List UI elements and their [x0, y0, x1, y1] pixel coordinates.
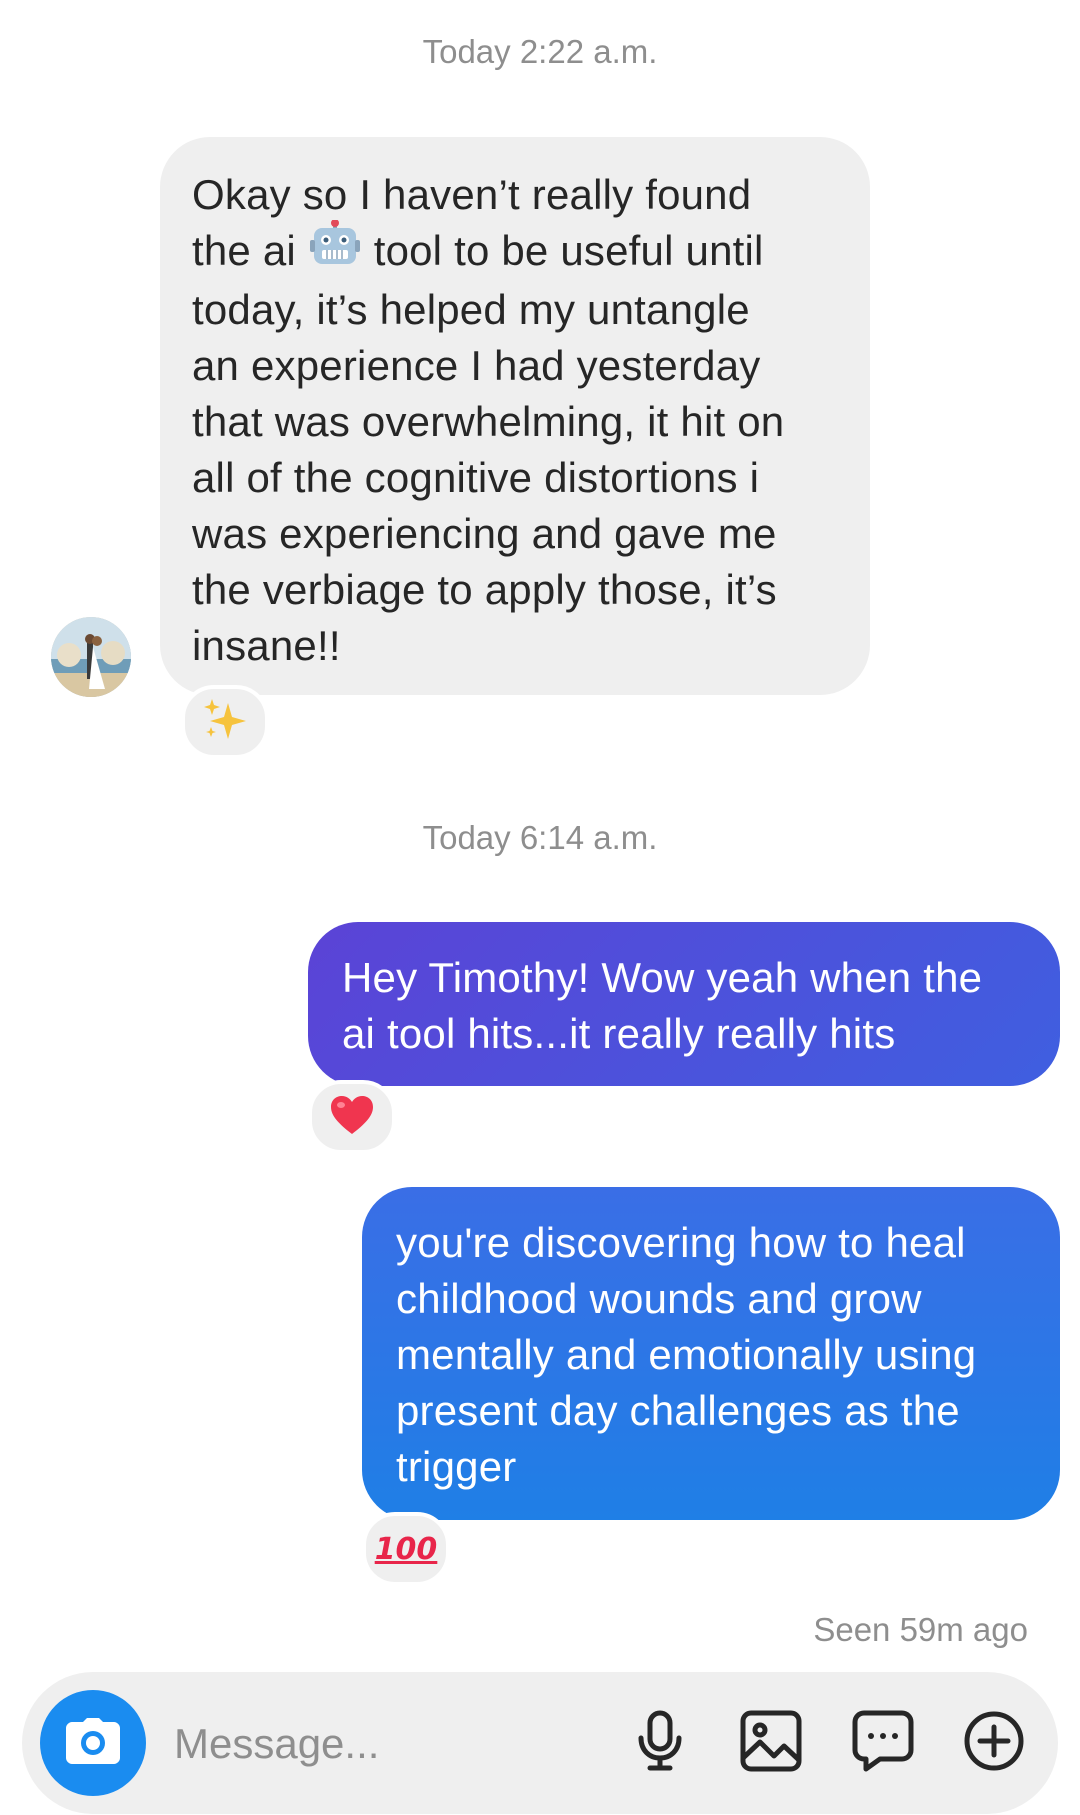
hundred-points-icon: 100	[374, 1531, 438, 1567]
timestamp: Today 2:22 a.m.	[422, 33, 658, 70]
message-text: you're discovering how to heal childhood…	[396, 1219, 977, 1490]
chat-thread: Today 2:22 a.m. Okay so I haven’t really…	[0, 0, 1080, 1815]
outgoing-message[interactable]: Hey Timothy! Wow yeah when the ai tool h…	[308, 922, 1060, 1086]
outgoing-message[interactable]: you're discovering how to heal childhood…	[362, 1187, 1060, 1520]
message-reaction[interactable]	[181, 685, 269, 759]
camera-icon	[66, 1717, 120, 1769]
voice-message-button[interactable]	[621, 1704, 699, 1782]
red-heart-icon	[329, 1094, 375, 1141]
microphone-icon	[636, 1710, 684, 1777]
contact-avatar[interactable]	[51, 617, 131, 697]
message-composer	[22, 1672, 1058, 1814]
gallery-button[interactable]	[732, 1704, 810, 1782]
sparkles-icon	[202, 697, 248, 748]
add-icon	[963, 1710, 1025, 1777]
add-button[interactable]	[955, 1704, 1033, 1782]
seen-status: Seen 59m ago	[813, 1611, 1028, 1648]
sticker-icon	[852, 1710, 914, 1777]
avatar-photo	[51, 617, 131, 697]
incoming-message[interactable]: Okay so I haven’t really found the ai to…	[160, 137, 870, 695]
sticker-button[interactable]	[844, 1704, 922, 1782]
robot-face-icon	[309, 218, 360, 282]
message-input[interactable]	[172, 1710, 576, 1778]
message-reaction[interactable]: 100	[362, 1512, 450, 1586]
gallery-icon	[740, 1710, 802, 1777]
message-text: Hey Timothy! Wow yeah when the ai tool h…	[342, 954, 983, 1057]
message-reaction[interactable]	[308, 1080, 396, 1154]
camera-button[interactable]	[40, 1690, 146, 1796]
timestamp: Today 6:14 a.m.	[422, 819, 658, 856]
message-text: tool to be useful until today, it’s help…	[192, 227, 785, 669]
